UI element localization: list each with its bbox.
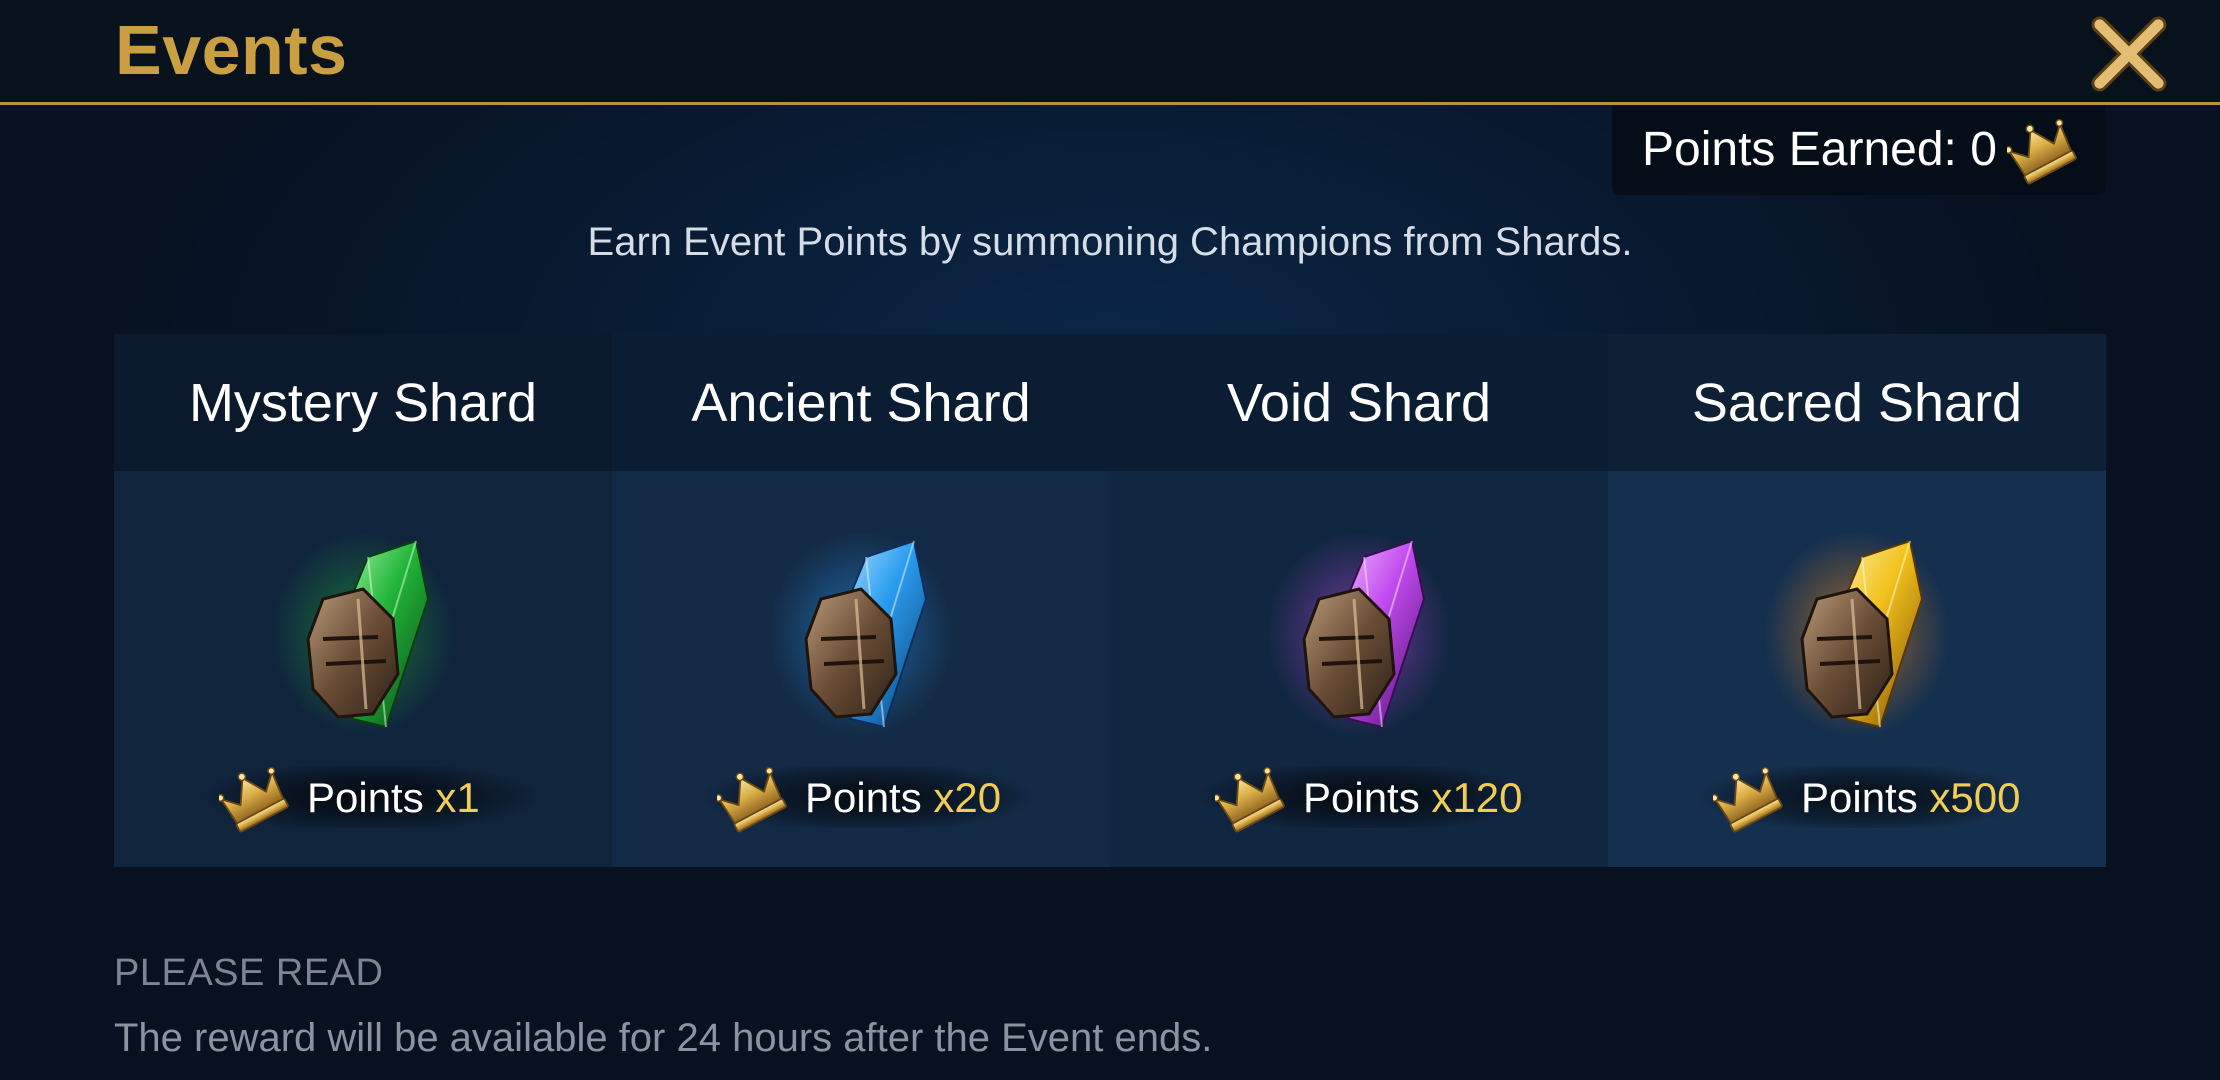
points-row: Points x20 (612, 752, 1110, 842)
points-earned-label: Points Earned: 0 (1642, 123, 1997, 176)
crown-icon (219, 762, 291, 834)
points-earned-box: Points Earned: 0 (1612, 105, 2105, 195)
points-row: Points x120 (1110, 752, 1608, 842)
points-row: Points x500 (1608, 752, 2106, 842)
ancient-shard-icon (769, 532, 953, 736)
shard-name: Ancient Shard (612, 334, 1110, 471)
sacred-shard-icon (1765, 532, 1949, 736)
shard-column-mystery: Mystery Shard Points x1 (114, 334, 612, 867)
notice-heading: PLEASE READ (114, 952, 384, 994)
points-text: Points x1 (307, 774, 480, 822)
points-multiplier: x20 (933, 774, 1002, 821)
header-bar: Events (0, 0, 2220, 105)
crown-icon (2007, 114, 2079, 186)
points-multiplier: x1 (435, 774, 480, 821)
crown-icon (1215, 762, 1287, 834)
points-text: Points x500 (1801, 774, 2020, 822)
shard-table: Mystery Shard Points x1 Ancient Shard Po… (114, 334, 2107, 867)
points-text: Points x20 (805, 774, 1001, 822)
points-multiplier: x120 (1431, 774, 1523, 821)
page-title: Events (115, 11, 348, 89)
shard-column-void: Void Shard Points x120 (1110, 334, 1608, 867)
close-icon[interactable] (2090, 15, 2168, 93)
void-shard-icon (1267, 532, 1451, 736)
intro-text: Earn Event Points by summoning Champions… (587, 220, 1633, 264)
points-label: Points (805, 774, 922, 821)
shard-name: Mystery Shard (114, 334, 612, 471)
mystery-shard-icon (271, 532, 455, 736)
shard-column-sacred: Sacred Shard Points x500 (1608, 334, 2106, 867)
points-label: Points (1303, 774, 1420, 821)
shard-name: Sacred Shard (1608, 334, 2106, 471)
shard-name: Void Shard (1110, 334, 1608, 471)
shard-column-ancient: Ancient Shard Points x20 (612, 334, 1110, 867)
crown-icon (717, 762, 789, 834)
points-multiplier: x500 (1929, 774, 2021, 821)
points-label: Points (1801, 774, 1918, 821)
points-row: Points x1 (114, 752, 612, 842)
crown-icon (1713, 762, 1785, 834)
notice-text: The reward will be available for 24 hour… (114, 1016, 1213, 1060)
points-label: Points (307, 774, 424, 821)
points-text: Points x120 (1303, 774, 1522, 822)
